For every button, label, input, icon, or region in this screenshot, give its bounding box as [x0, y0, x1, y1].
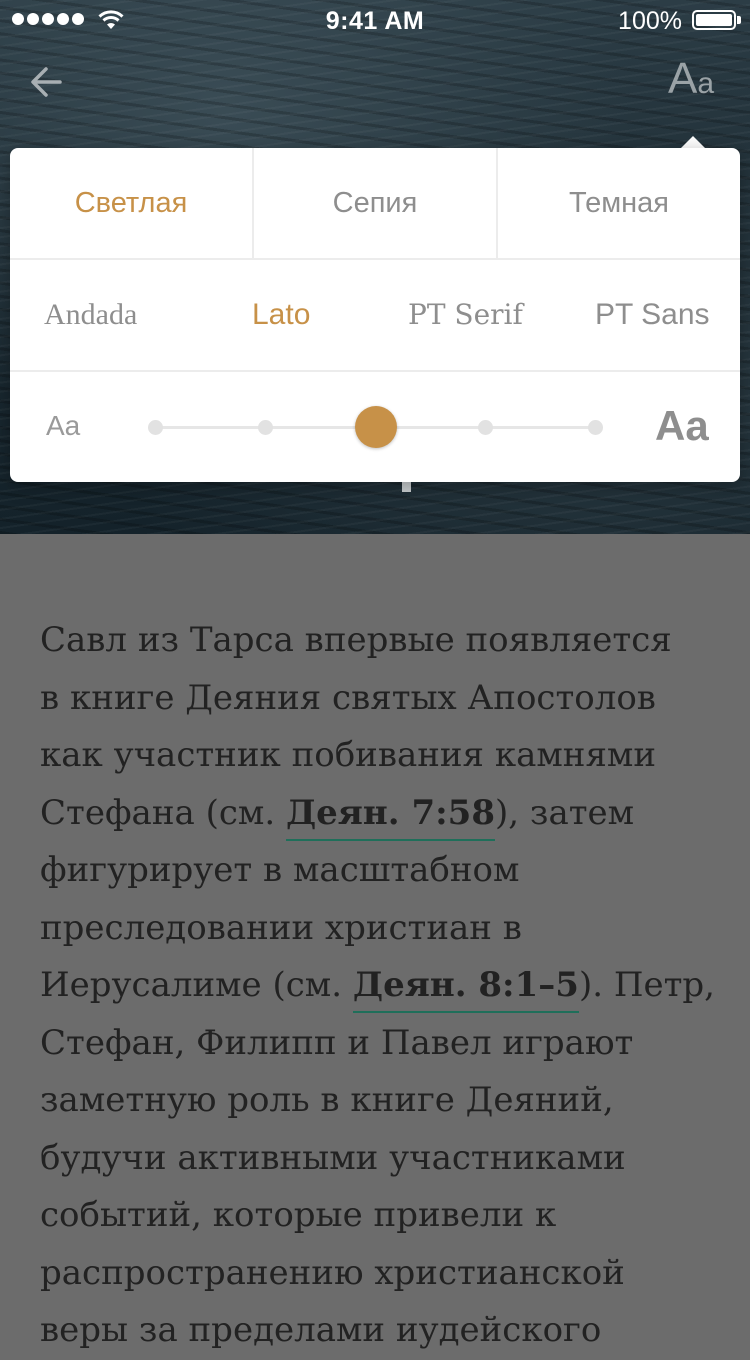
article-line: как участник побивания камнями	[40, 735, 657, 775]
article-line: преследовании христиан в	[40, 907, 522, 948]
arrow-left-icon	[31, 67, 62, 97]
scripture-reference-link[interactable]: Деян. 7:58	[285, 792, 496, 841]
font-pt-serif-option[interactable]: PT Serif	[408, 260, 523, 370]
font-settings-button[interactable]: Aa	[668, 54, 714, 104]
article-line: в книге Деяния святых Апостолов	[40, 677, 656, 718]
article-text: ). Петр,	[578, 965, 715, 1005]
theme-sepia-option[interactable]: Сепия	[252, 148, 496, 258]
font-size-step-5[interactable]	[588, 420, 603, 435]
article-line: Стефана (см. Деян. 7:58), затем	[40, 785, 720, 843]
article-line: Стефан, Филипп и Павел играют	[40, 1022, 634, 1063]
decrease-font-size-label[interactable]: Aa	[46, 410, 80, 442]
article-line: будучи активными участниками	[40, 1137, 626, 1178]
battery-tip	[737, 16, 741, 24]
status-bar: 9:41 AM 100%	[0, 0, 750, 40]
battery-icon	[692, 10, 736, 30]
article-line: фигурирует в масштабном	[40, 850, 520, 890]
theme-dark-option[interactable]: Темная	[496, 148, 740, 258]
article-line: веры за пределами иудейского	[40, 1310, 602, 1350]
back-button[interactable]	[26, 60, 72, 104]
font-size-step-2[interactable]	[258, 420, 273, 435]
article-line: заметную роль в книге Деяний,	[40, 1080, 614, 1120]
battery-percent: 100%	[618, 7, 682, 35]
reader-settings-popover: Светлая Сепия Темная Andada Lato PT Seri…	[10, 148, 740, 482]
theme-selector: Светлая Сепия Темная	[10, 148, 740, 260]
font-size-step-1[interactable]	[148, 420, 163, 435]
article-text: Иерусалиме (см.	[40, 965, 353, 1005]
scripture-reference-link[interactable]: Деян. 8:1–5	[352, 965, 579, 1013]
font-selector: Andada Lato PT Serif PT Sans	[10, 260, 740, 372]
article-line: распространению христианской	[40, 1252, 625, 1293]
theme-light-option[interactable]: Светлая	[10, 148, 252, 258]
font-size-slider-thumb[interactable]	[355, 406, 397, 448]
font-lato-option[interactable]: Lato	[252, 260, 310, 370]
article-line: Савл из Тарса впервые появляется	[40, 620, 672, 660]
font-andada-option[interactable]: Andada	[44, 260, 137, 370]
article-line: Иерусалиме (см. Деян. 8:1–5). Петр,	[40, 957, 720, 1015]
font-pt-sans-option[interactable]: PT Sans	[595, 260, 710, 370]
article-line: событий, которые привели к	[40, 1195, 557, 1235]
article-body: Савл из Тарса впервые появляется в книге…	[40, 612, 720, 1360]
font-size-step-4[interactable]	[478, 420, 493, 435]
article-text: ), затем	[495, 792, 635, 833]
font-button-big-letter: A	[668, 54, 698, 103]
increase-font-size-label[interactable]: Aa	[655, 402, 709, 450]
font-size-selector: Aa Aa	[10, 372, 740, 482]
article-text: Стефана (см.	[40, 792, 286, 833]
font-button-small-letter: a	[697, 67, 715, 100]
